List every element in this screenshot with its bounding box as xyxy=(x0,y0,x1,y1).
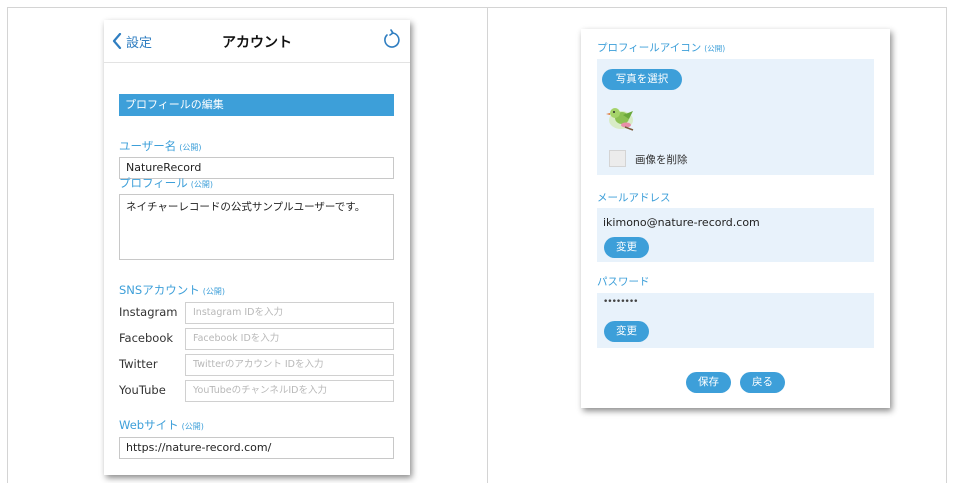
website-label: Webサイト (公開) xyxy=(119,417,204,433)
profile-settings-panel: プロフィールアイコン (公開) 写真を選択 画像を削除 メールアドレス ikimo… xyxy=(581,29,890,408)
website-label-text: Webサイト xyxy=(119,418,179,432)
sns-name: YouTube xyxy=(119,383,166,397)
public-tag: (公開) xyxy=(179,143,202,152)
email-panel: ikimono@nature-record.com 変更 xyxy=(597,208,874,262)
page-title: アカウント xyxy=(222,35,292,51)
select-photo-button[interactable]: 写真を選択 xyxy=(602,69,682,90)
profile-label-text: プロフィール xyxy=(119,176,188,190)
bird-icon xyxy=(605,103,637,137)
password-value: •••••••• xyxy=(603,297,638,307)
username-label-text: ユーザー名 xyxy=(119,139,177,153)
username-label: ユーザー名 (公開) xyxy=(119,138,202,154)
account-screen: 設定 アカウント プロフィールの編集 ユーザー名 (公開) NatureRecor… xyxy=(104,20,410,475)
sns-label-text: SNSアカウント xyxy=(119,283,200,297)
youtube-input[interactable]: YouTubeのチャンネルIDを入力 xyxy=(185,380,394,402)
sns-row-twitter: Twitter Twitterのアカウント IDを入力 xyxy=(119,354,394,376)
sns-row-instagram: Instagram Instagram IDを入力 xyxy=(119,302,394,324)
instagram-input[interactable]: Instagram IDを入力 xyxy=(185,302,394,324)
refresh-button[interactable] xyxy=(382,29,400,53)
save-button[interactable]: 保存 xyxy=(686,372,731,393)
profile-label: プロフィール (公開) xyxy=(119,175,213,191)
email-value: ikimono@nature-record.com xyxy=(603,216,760,229)
sns-name: Twitter xyxy=(119,357,158,371)
table-divider xyxy=(487,7,488,483)
sns-row-facebook: Facebook Facebook IDを入力 xyxy=(119,328,394,350)
sns-row-youtube: YouTube YouTubeのチャンネルIDを入力 xyxy=(119,380,394,402)
password-label: パスワード xyxy=(597,276,650,288)
facebook-input[interactable]: Facebook IDを入力 xyxy=(185,328,394,350)
icon-section-label-text: プロフィールアイコン xyxy=(597,42,702,54)
website-field[interactable]: https://nature-record.com/ xyxy=(119,437,394,459)
delete-image-label: 画像を削除 xyxy=(635,154,688,166)
section-header: プロフィールの編集 xyxy=(119,94,394,116)
icon-panel: 写真を選択 画像を削除 xyxy=(597,59,874,175)
public-tag: (公開) xyxy=(704,44,726,53)
refresh-icon xyxy=(384,29,400,48)
password-panel: •••••••• 変更 xyxy=(597,293,874,348)
change-email-button[interactable]: 変更 xyxy=(604,237,649,258)
delete-image-checkbox[interactable] xyxy=(609,150,626,167)
email-label: メールアドレス xyxy=(597,192,671,204)
sns-label: SNSアカウント (公開) xyxy=(119,282,225,298)
public-tag: (公開) xyxy=(190,180,214,189)
nav-bar: 設定 アカウント xyxy=(104,20,410,63)
change-password-button[interactable]: 変更 xyxy=(604,321,649,342)
public-tag: (公開) xyxy=(181,422,204,431)
twitter-input[interactable]: Twitterのアカウント IDを入力 xyxy=(185,354,394,376)
icon-section-label: プロフィールアイコン (公開) xyxy=(597,40,725,55)
sns-name: Facebook xyxy=(119,331,174,345)
profile-textarea[interactable]: ネイチャーレコードの公式サンプルユーザーです。 xyxy=(119,194,394,260)
back-button-bottom[interactable]: 戻る xyxy=(740,372,785,393)
public-tag: (公開) xyxy=(202,287,225,296)
sns-name: Instagram xyxy=(119,305,178,319)
